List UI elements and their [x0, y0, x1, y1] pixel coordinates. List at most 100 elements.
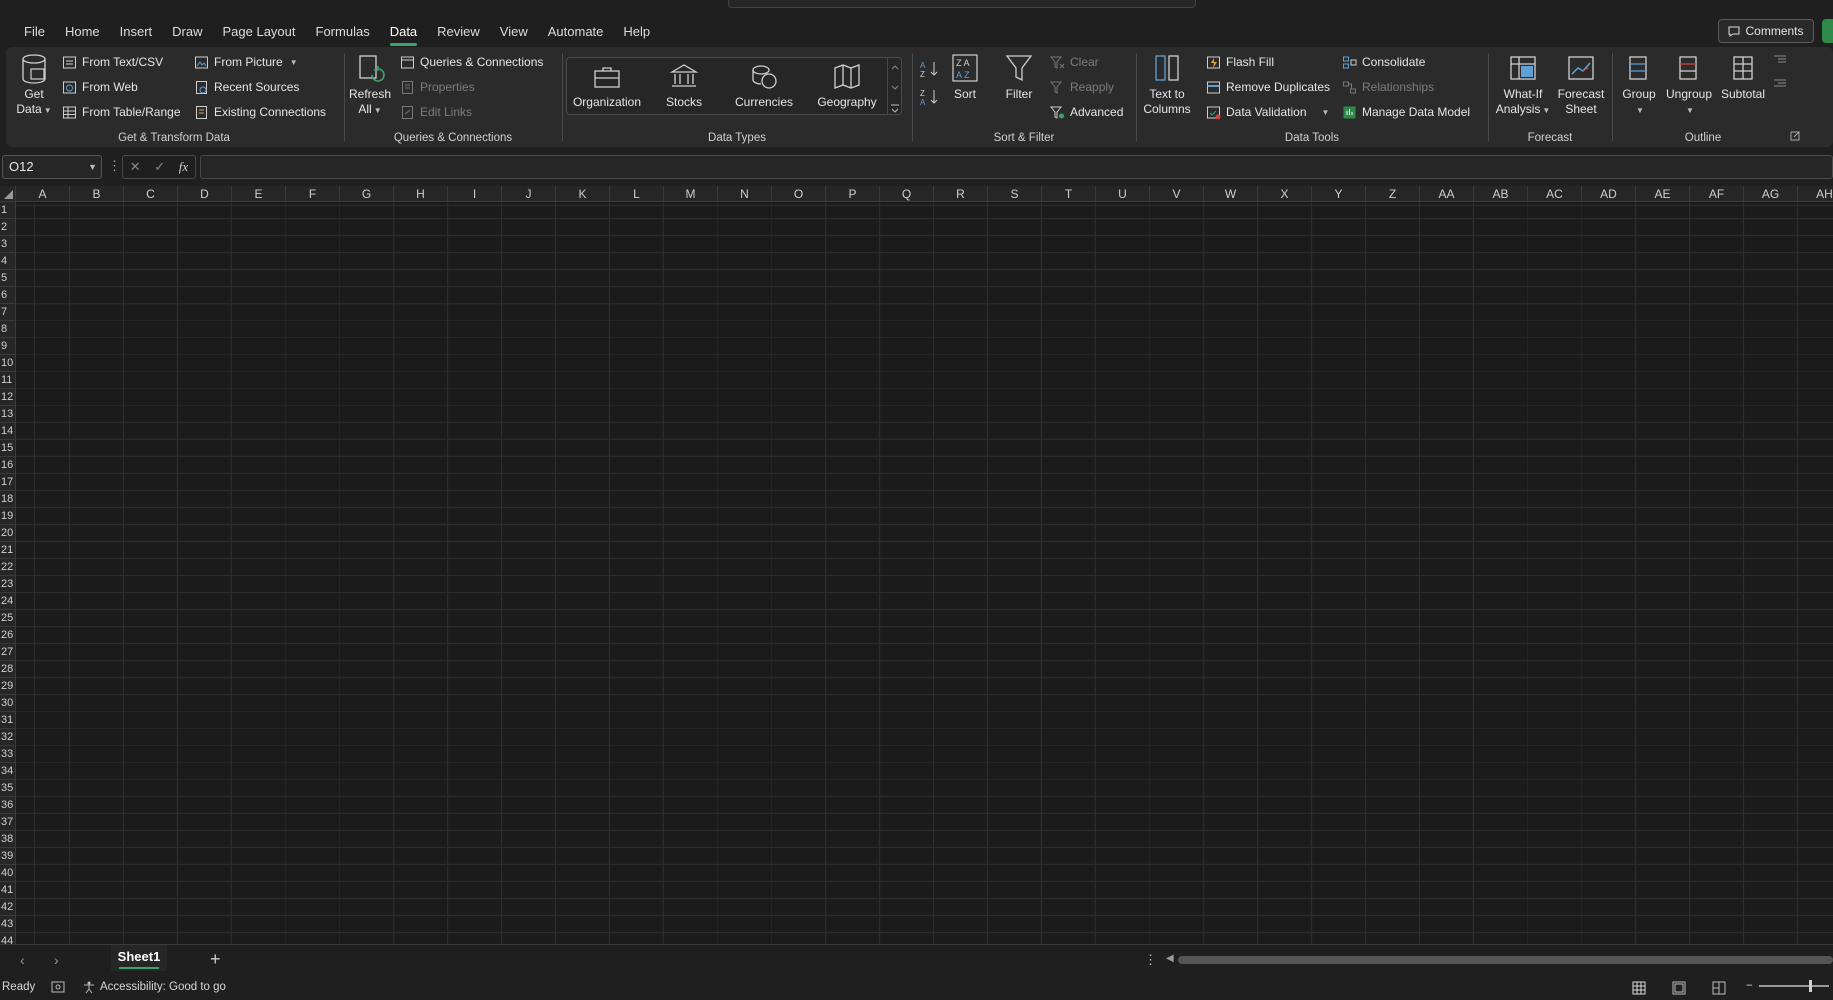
row-header[interactable]: 9	[0, 338, 16, 355]
row-header[interactable]: 1	[0, 202, 16, 219]
normal-view-icon[interactable]	[1632, 981, 1646, 995]
cells-area[interactable]	[16, 202, 1833, 946]
row-header[interactable]: 36	[0, 797, 16, 814]
row-header[interactable]: 39	[0, 848, 16, 865]
column-header[interactable]: Q	[880, 186, 934, 202]
column-header[interactable]: J	[502, 186, 556, 202]
reapply-button[interactable]: Reapply	[1050, 76, 1114, 98]
column-header[interactable]: E	[232, 186, 286, 202]
row-header[interactable]: 13	[0, 406, 16, 423]
row-header[interactable]: 14	[0, 423, 16, 440]
data-type-organization[interactable]: Organization	[569, 62, 645, 109]
column-header[interactable]: AF	[1690, 186, 1744, 202]
accessibility-status[interactable]: Accessibility: Good to go	[82, 980, 226, 994]
column-header[interactable]: Y	[1312, 186, 1366, 202]
row-header[interactable]: 8	[0, 321, 16, 338]
row-header[interactable]: 34	[0, 763, 16, 780]
column-header[interactable]: M	[664, 186, 718, 202]
formula-input[interactable]	[200, 155, 1833, 179]
column-header[interactable]: R	[934, 186, 988, 202]
row-header[interactable]: 19	[0, 508, 16, 525]
get-data-button[interactable]: Get Data ▼	[12, 53, 56, 118]
column-header[interactable]: AD	[1582, 186, 1636, 202]
row-header[interactable]: 35	[0, 780, 16, 797]
column-header[interactable]: P	[826, 186, 880, 202]
row-header[interactable]: 43	[0, 916, 16, 933]
column-header[interactable]: AE	[1636, 186, 1690, 202]
column-header[interactable]: K	[556, 186, 610, 202]
zoom-slider-thumb[interactable]	[1808, 980, 1812, 992]
chevron-right-icon[interactable]: ›	[54, 952, 59, 968]
row-header[interactable]: 21	[0, 542, 16, 559]
group-button[interactable]: Group ▼	[1616, 53, 1662, 118]
refresh-all-button[interactable]: Refresh All ▼	[348, 53, 392, 118]
tab-draw[interactable]: Draw	[162, 22, 212, 42]
column-header[interactable]: O	[772, 186, 826, 202]
dialog-launcher-icon[interactable]	[1790, 131, 1800, 141]
manage-data-model-button[interactable]: Manage Data Model	[1342, 101, 1470, 123]
sort-az-icon[interactable]: AZ	[920, 59, 942, 79]
row-header[interactable]: 32	[0, 729, 16, 746]
row-header[interactable]: 16	[0, 457, 16, 474]
advanced-button[interactable]: Advanced	[1050, 101, 1123, 123]
horizontal-scrollbar[interactable]: ◀	[1166, 953, 1833, 967]
more-options-icon[interactable]: ⋮	[108, 158, 121, 174]
row-header[interactable]: 30	[0, 695, 16, 712]
cancel-icon[interactable]: ✕	[130, 159, 141, 175]
data-type-stocks[interactable]: Stocks	[649, 62, 719, 109]
zoom-control[interactable]: −	[1746, 980, 1829, 992]
scroll-left-icon[interactable]: ◀	[1166, 953, 1174, 964]
row-header[interactable]: 27	[0, 644, 16, 661]
row-header[interactable]: 23	[0, 576, 16, 593]
from-text-csv-button[interactable]: From Text/CSV	[62, 51, 163, 73]
row-header[interactable]: 29	[0, 678, 16, 695]
column-header[interactable]: Z	[1366, 186, 1420, 202]
edit-links-button[interactable]: Edit Links	[400, 101, 472, 123]
existing-connections-button[interactable]: Existing Connections	[194, 101, 326, 123]
column-header[interactable]: H	[394, 186, 448, 202]
column-header[interactable]: X	[1258, 186, 1312, 202]
row-header[interactable]: 15	[0, 440, 16, 457]
name-box[interactable]: O12 ▼	[2, 155, 102, 179]
column-header[interactable]: S	[988, 186, 1042, 202]
row-header[interactable]: 26	[0, 627, 16, 644]
row-header[interactable]: 41	[0, 882, 16, 899]
row-header[interactable]: 10	[0, 355, 16, 372]
column-header[interactable]: AA	[1420, 186, 1474, 202]
sheet-tab-sheet1[interactable]: Sheet1	[111, 945, 167, 971]
row-header[interactable]: 20	[0, 525, 16, 542]
tab-insert[interactable]: Insert	[110, 22, 163, 42]
row-header[interactable]: 28	[0, 661, 16, 678]
tab-data[interactable]: Data	[380, 22, 427, 42]
zoom-out-icon[interactable]: −	[1746, 980, 1753, 992]
recent-sources-button[interactable]: Recent Sources	[194, 76, 299, 98]
search-box[interactable]	[728, 0, 1196, 8]
row-header[interactable]: 25	[0, 610, 16, 627]
row-header[interactable]: 3	[0, 236, 16, 253]
column-header[interactable]: D	[178, 186, 232, 202]
row-header[interactable]: 22	[0, 559, 16, 576]
select-all-button[interactable]	[0, 186, 16, 202]
column-header[interactable]: AB	[1474, 186, 1528, 202]
properties-button[interactable]: Properties	[400, 76, 475, 98]
row-header[interactable]: 11	[0, 372, 16, 389]
column-header[interactable]: AG	[1744, 186, 1798, 202]
chevron-left-icon[interactable]: ‹	[20, 952, 25, 968]
column-header[interactable]: AC	[1528, 186, 1582, 202]
tab-home[interactable]: Home	[55, 22, 110, 42]
what-if-analysis-button[interactable]: What-If Analysis ▼	[1494, 53, 1552, 118]
sort-za-icon[interactable]: ZA	[920, 87, 942, 107]
remove-duplicates-button[interactable]: Remove Duplicates	[1206, 76, 1330, 98]
row-header[interactable]: 18	[0, 491, 16, 508]
flash-fill-button[interactable]: Flash Fill	[1206, 51, 1274, 73]
column-header[interactable]: AH	[1798, 186, 1833, 202]
clear-button[interactable]: Clear	[1050, 51, 1099, 73]
ungroup-button[interactable]: Ungroup ▼	[1664, 53, 1714, 118]
subtotal-button[interactable]: Subtotal	[1718, 53, 1768, 102]
gallery-scroll[interactable]	[887, 58, 901, 114]
column-header[interactable]: A	[16, 186, 70, 202]
tab-view[interactable]: View	[490, 22, 538, 42]
data-type-currencies[interactable]: Currencies	[723, 62, 805, 109]
data-type-geography[interactable]: Geography	[807, 62, 887, 109]
tab-formulas[interactable]: Formulas	[306, 22, 380, 42]
